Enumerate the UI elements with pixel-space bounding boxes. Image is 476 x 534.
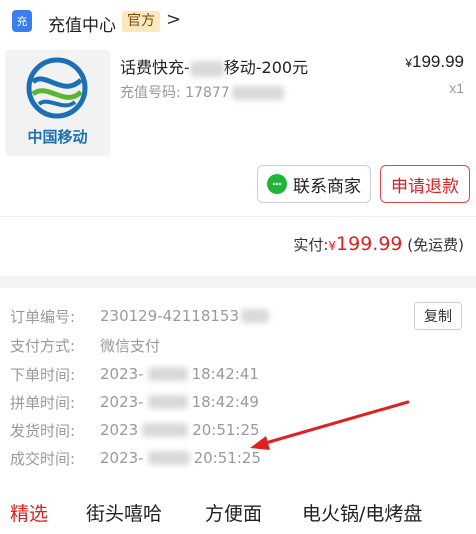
product-thumbnail[interactable]: 中国移动 bbox=[5, 50, 110, 156]
recharge-number-value: 17877 bbox=[185, 85, 230, 101]
ship-time-label: 发货时间: bbox=[10, 421, 76, 440]
deal-time-label: 成交时间: bbox=[10, 449, 76, 468]
redacted-mask bbox=[147, 367, 188, 381]
order-number-value: 230129-42118153 bbox=[100, 307, 270, 325]
product-title-prefix: 话费快充- bbox=[120, 58, 190, 77]
recharge-number: 充值号码: 17877 bbox=[120, 82, 284, 102]
product-title-suffix: 移动-200元 bbox=[223, 58, 309, 77]
category-tab-bar: 精选 街头嘻哈 方便面 电火锅/电烤盘 bbox=[0, 492, 476, 534]
paid-amount: 199.99 bbox=[336, 233, 403, 255]
payment-method-value: 微信支付 bbox=[100, 336, 161, 355]
redacted-mask bbox=[189, 60, 224, 77]
order-number-text: 230129-42118153 bbox=[100, 307, 240, 325]
store-name[interactable]: 充值中心 bbox=[48, 11, 116, 36]
deal-time-time: 20:51:25 bbox=[193, 449, 261, 467]
recharge-number-label: 充值号码: bbox=[120, 85, 186, 101]
redacted-mask bbox=[241, 309, 270, 323]
contact-merchant-button[interactable]: 联系商家 bbox=[257, 165, 371, 203]
copy-button[interactable]: 复制 bbox=[414, 302, 462, 330]
ship-time-time: 20:51:25 bbox=[192, 421, 260, 439]
chat-bubble-icon bbox=[267, 174, 287, 194]
divider bbox=[0, 216, 476, 217]
group-time-time: 18:42:49 bbox=[191, 393, 259, 411]
product-price: ¥199.99 bbox=[405, 52, 464, 72]
ship-time-row: 发货时间: 2023 20:51:25 bbox=[10, 416, 260, 444]
store-header[interactable]: 充 充值中心 官方 > bbox=[0, 0, 476, 42]
currency-symbol: ¥ bbox=[328, 239, 337, 253]
category-tab-featured[interactable]: 精选 bbox=[10, 499, 48, 526]
group-time-label: 拼单时间: bbox=[10, 393, 76, 412]
contact-merchant-label: 联系商家 bbox=[293, 176, 361, 197]
store-icon: 充 bbox=[12, 10, 32, 32]
paid-label: 实付: bbox=[293, 236, 329, 254]
group-time-date: 2023- bbox=[100, 393, 144, 411]
group-time-value: 2023- 18:42:49 bbox=[100, 393, 259, 411]
group-time-row: 拼单时间: 2023- 18:42:49 bbox=[10, 388, 259, 416]
section-gap bbox=[0, 276, 476, 288]
shipping-note: (免运费) bbox=[407, 236, 464, 254]
ship-time-date: 2023 bbox=[100, 421, 139, 439]
redacted-mask bbox=[231, 86, 284, 100]
order-time-row: 下单时间: 2023- 18:42:41 bbox=[10, 360, 259, 388]
category-tab-street-hiphop[interactable]: 街头嘻哈 bbox=[86, 499, 162, 526]
ship-time-value: 2023 20:51:25 bbox=[100, 421, 260, 439]
redacted-mask bbox=[142, 423, 189, 437]
paid-total: 实付:¥199.99 (免运费) bbox=[293, 233, 464, 255]
deal-time-row: 成交时间: 2023- 20:51:25 bbox=[10, 444, 261, 472]
category-tab-instant-noodles[interactable]: 方便面 bbox=[205, 499, 262, 526]
payment-method-label: 支付方式: bbox=[10, 336, 76, 355]
currency-symbol: ¥ bbox=[405, 56, 412, 70]
chevron-right-icon[interactable]: > bbox=[166, 9, 181, 30]
redacted-mask bbox=[147, 395, 188, 409]
deal-time-date: 2023- bbox=[100, 449, 144, 467]
order-time-time: 18:42:41 bbox=[191, 365, 259, 383]
product-title[interactable]: 话费快充- 移动-200元 bbox=[120, 54, 308, 78]
order-time-label: 下单时间: bbox=[10, 365, 76, 384]
product-price-value: 199.99 bbox=[412, 52, 464, 71]
order-time-date: 2023- bbox=[100, 365, 144, 383]
redacted-mask bbox=[147, 451, 190, 465]
payment-method-row: 支付方式: 微信支付 bbox=[10, 331, 160, 359]
official-badge: 官方 bbox=[122, 11, 160, 32]
product-quantity: x1 bbox=[449, 80, 464, 96]
order-time-value: 2023- 18:42:41 bbox=[100, 365, 259, 383]
order-number-row: 订单编号: 230129-42118153 bbox=[10, 302, 270, 330]
product-logo-text: 中国移动 bbox=[27, 128, 88, 146]
request-refund-button[interactable]: 申请退款 bbox=[380, 165, 470, 203]
deal-time-value: 2023- 20:51:25 bbox=[100, 449, 261, 467]
order-number-label: 订单编号: bbox=[10, 307, 76, 326]
category-tab-electric-hotpot[interactable]: 电火锅/电烤盘 bbox=[302, 499, 422, 526]
